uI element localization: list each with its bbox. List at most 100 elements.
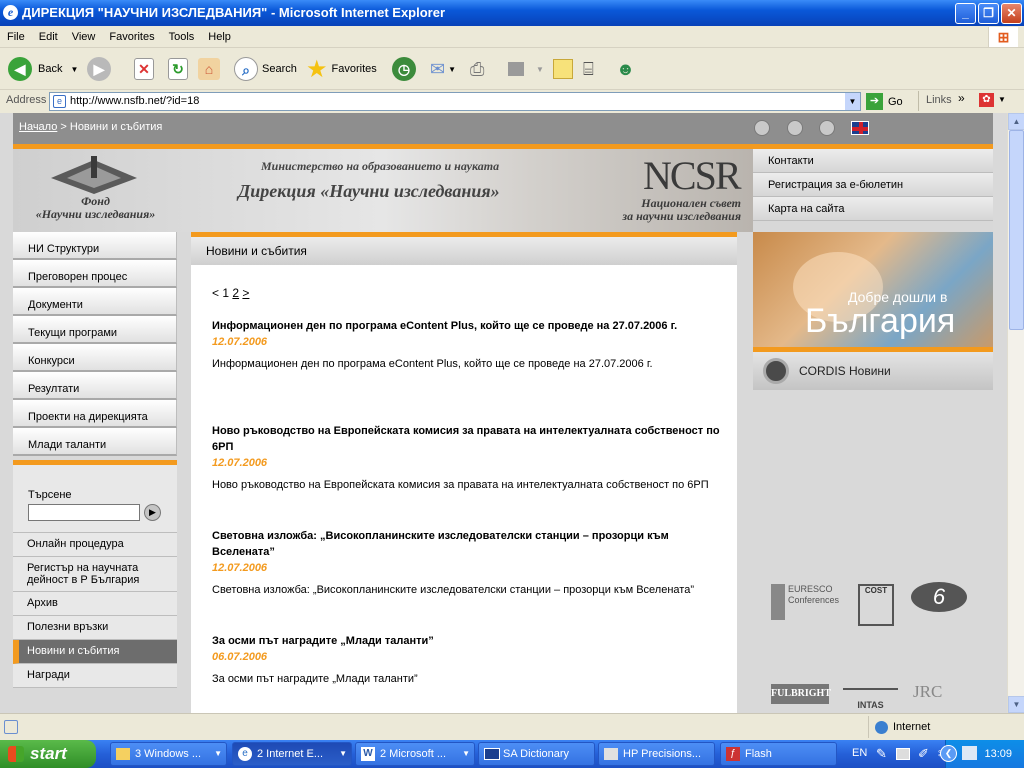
chevron-right-icon[interactable]: » — [958, 91, 965, 105]
discuss-button[interactable] — [553, 55, 573, 83]
translate-icon[interactable]: ✿ — [979, 93, 994, 107]
nav-item-young-talents[interactable]: Млади таланти — [13, 428, 177, 456]
links-label[interactable]: Links — [926, 94, 952, 106]
chevron-down-icon[interactable]: ▼ — [70, 65, 78, 74]
nav-item-news[interactable]: Новини и събития — [13, 640, 177, 664]
network-icon[interactable] — [962, 746, 977, 760]
refresh-button[interactable]: ↻ — [168, 55, 188, 83]
restore-button[interactable]: ❐ — [978, 3, 999, 24]
forward-button[interactable]: ▶ — [87, 55, 111, 83]
tray-expand-icon[interactable]: ❮ — [940, 745, 957, 762]
menu-file[interactable]: File — [0, 26, 32, 48]
contacts-link[interactable]: Контакти — [753, 149, 993, 173]
nav-item-competitions[interactable]: Конкурси — [13, 344, 177, 372]
history-button[interactable]: ◷ — [392, 55, 416, 83]
task-internet-explorer[interactable]: e2 Internet E... ▼ — [232, 742, 352, 766]
mail-icon[interactable] — [787, 120, 803, 136]
fp6-logo[interactable]: 6 — [911, 582, 967, 612]
task-sa-dictionary[interactable]: SA Dictionary — [478, 742, 595, 766]
pager-next[interactable]: > — [242, 286, 249, 300]
go-button[interactable]: ➔ Go — [866, 92, 903, 111]
task-windows-explorer[interactable]: 3 Windows ... ▼ — [110, 742, 227, 766]
mail-button[interactable]: ✉ ▼ — [430, 55, 456, 83]
print-button[interactable]: ⎙ — [470, 55, 484, 83]
search-input[interactable] — [28, 504, 140, 521]
status-bar: Internet — [0, 713, 1024, 740]
news-title[interactable]: Световна изложба: „Високопланинските изс… — [212, 528, 722, 560]
minimize-button[interactable]: _ — [955, 3, 976, 24]
news-date: 12.07.2006 — [212, 562, 268, 574]
ministry-name: Министерство на образованието и науката — [261, 159, 500, 173]
nav-item-results[interactable]: Резултати — [13, 372, 177, 400]
search-go-button[interactable]: ▶ — [144, 504, 161, 521]
favorites-button[interactable]: ★ Favorites — [306, 55, 377, 83]
messenger-button[interactable]: ☻ — [616, 55, 635, 83]
clock[interactable]: 13:09 — [984, 748, 1012, 760]
news-title[interactable]: За осми път наградите „Млади таланти” — [212, 633, 722, 649]
jrc-logo[interactable]: JRC — [913, 682, 942, 702]
pager-page-2[interactable]: 2 — [232, 286, 239, 300]
chevron-down-icon[interactable]: ▼ — [998, 95, 1006, 104]
uk-flag-icon[interactable] — [851, 121, 869, 135]
newsletter-link[interactable]: Регистрация за е-бюлетин — [753, 173, 993, 197]
task-microsoft-word[interactable]: W2 Microsoft ... ▼ — [355, 742, 475, 766]
news-item: Ново ръководство на Европейската комисия… — [212, 423, 722, 493]
monitor-icon[interactable] — [896, 748, 910, 760]
task-flash[interactable]: ƒ Flash — [720, 742, 837, 766]
search-button[interactable]: ⌕ Search — [234, 55, 297, 83]
title-bar[interactable]: e ДИРЕКЦИЯ "НАУЧНИ ИЗСЛЕДВАНИЯ" - Micros… — [0, 0, 1024, 26]
nav-item-documents[interactable]: Документи — [13, 288, 177, 316]
vertical-scrollbar[interactable]: ▲ ▼ — [1007, 113, 1024, 713]
menu-help[interactable]: Help — [201, 26, 238, 48]
breadcrumb-home-link[interactable]: Начало — [19, 121, 57, 133]
scanner-icon — [604, 748, 618, 760]
stop-button[interactable]: ✕ — [134, 55, 154, 83]
nav-item-negotiation[interactable]: Преговорен процес — [13, 260, 177, 288]
nav-item-projects[interactable]: Проекти на дирекцията — [13, 400, 177, 428]
nav-item-programs[interactable]: Текущи програми — [13, 316, 177, 344]
page-status-icon — [4, 720, 18, 734]
edit-icon[interactable]: ✐ — [918, 746, 929, 762]
scroll-thumb[interactable] — [1009, 130, 1024, 330]
chevron-down-icon[interactable]: ▼ — [536, 65, 544, 74]
menu-tools[interactable]: Tools — [162, 26, 202, 48]
close-button[interactable]: ✕ — [1001, 3, 1022, 24]
research-button[interactable]: ⌸ — [583, 55, 594, 83]
euresco-logo[interactable]: EURESCO Conferences — [771, 584, 841, 620]
url-input[interactable]: e http://www.nsfb.net/?id=18 ▼ — [49, 92, 861, 111]
nav-item-useful-links[interactable]: Полезни връзки — [13, 616, 177, 640]
url-dropdown-icon[interactable]: ▼ — [845, 93, 860, 110]
sitemap-link[interactable]: Карта на сайта — [753, 197, 993, 221]
start-button[interactable]: start — [0, 740, 96, 768]
sitemap-icon[interactable] — [819, 120, 835, 136]
chevron-down-icon: ▼ — [339, 749, 347, 758]
back-button[interactable]: ◀ Back ▼ — [8, 55, 78, 83]
scroll-down-button[interactable]: ▼ — [1008, 696, 1024, 713]
chevron-down-icon[interactable]: ▼ — [448, 65, 456, 74]
menu-edit[interactable]: Edit — [32, 26, 65, 48]
menu-favorites[interactable]: Favorites — [102, 26, 161, 48]
welcome-banner[interactable]: Добре дошли в България — [753, 232, 993, 347]
nav-item-awards[interactable]: Награди — [13, 664, 177, 688]
intas-logo[interactable]: INTAS — [843, 688, 898, 710]
news-title[interactable]: Информационен ден по програма eContent P… — [212, 318, 722, 334]
home-icon[interactable] — [754, 120, 770, 136]
nav-item-register[interactable]: Регистър на научната дейност в Р Българи… — [13, 557, 177, 592]
edit-button[interactable]: ▼ — [508, 55, 544, 83]
pager-prev[interactable]: < — [212, 286, 219, 300]
language-indicator[interactable]: EN — [852, 747, 867, 759]
scroll-up-button[interactable]: ▲ — [1008, 113, 1024, 130]
cordis-news-link[interactable]: CORDIS Новини — [753, 352, 993, 390]
home-button[interactable]: ⌂ — [198, 55, 220, 83]
cost-logo[interactable]: COST — [858, 584, 894, 626]
task-hp-precisionscan[interactable]: HP Precisions... — [598, 742, 715, 766]
news-title[interactable]: Ново ръководство на Европейската комисия… — [212, 423, 722, 455]
address-bar: Address e http://www.nsfb.net/?id=18 ▼ ➔… — [0, 90, 1024, 112]
site-banner: Фонд «Научни изследвания» Министерство н… — [13, 144, 753, 232]
menu-view[interactable]: View — [65, 26, 103, 48]
nav-item-archive[interactable]: Архив — [13, 592, 177, 616]
nav-item-structures[interactable]: НИ Структури — [13, 232, 177, 260]
nav-item-online-procedure[interactable]: Онлайн процедура — [13, 533, 177, 557]
pen-icon[interactable]: ✎ — [876, 746, 887, 762]
fulbright-logo[interactable]: FULBRIGHT — [771, 684, 831, 704]
